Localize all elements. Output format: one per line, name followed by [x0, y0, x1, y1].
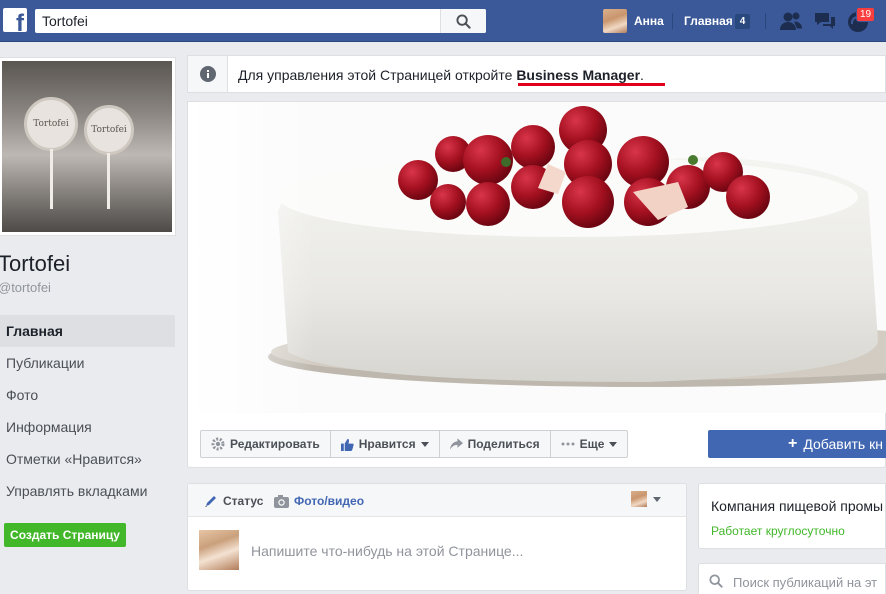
composer-placeholder: Напишите что-нибудь на этой Странице...: [251, 543, 524, 559]
opening-hours: Работает круглосуточно: [711, 524, 845, 538]
logo-lollipop: Tortofei: [24, 97, 78, 151]
pencil-icon: [205, 496, 216, 507]
chevron-down-icon: [653, 496, 661, 502]
logo-lollipop: Tortofei: [84, 105, 134, 155]
edit-button[interactable]: Редактировать: [200, 430, 331, 458]
add-button[interactable]: + Добавить кн: [708, 430, 886, 458]
profile-link[interactable]: Анна: [603, 9, 664, 33]
nav-item-posts[interactable]: Публикации: [0, 347, 175, 379]
chevron-down-icon: [420, 441, 429, 447]
tab-status[interactable]: Статус: [204, 494, 263, 508]
search-bar: [35, 9, 486, 33]
avatar: [631, 491, 647, 507]
business-manager-link[interactable]: Business Manager: [516, 67, 640, 83]
page-title: Tortofei: [0, 251, 71, 276]
page-category[interactable]: Компания пищевой промы: [711, 498, 883, 514]
page-handle[interactable]: @tortofei: [0, 280, 51, 295]
friend-requests-icon[interactable]: [779, 10, 803, 32]
nav-item-manage-tabs[interactable]: Управлять вкладками: [0, 475, 175, 507]
profile-picture[interactable]: Tortofei Tortofei: [0, 57, 176, 236]
business-manager-notice: Для управления этой Страницей откройте B…: [187, 55, 886, 93]
avatar: [603, 9, 627, 33]
facebook-logo[interactable]: f: [3, 8, 27, 32]
like-button[interactable]: Нравится: [329, 430, 440, 458]
cover-photo[interactable]: [188, 102, 886, 413]
create-page-button[interactable]: Создать Страницу: [4, 523, 126, 547]
chevron-down-icon: [609, 441, 618, 447]
divider: [765, 13, 766, 29]
nav-item-photos[interactable]: Фото: [0, 379, 175, 411]
post-composer: Статус Фото/видео Напишите что-нибудь на…: [187, 483, 687, 591]
page-search-placeholder: Поиск публикаций на эт: [733, 575, 878, 590]
home-badge: 4: [735, 14, 750, 29]
tab-photo-video[interactable]: Фото/видео: [274, 494, 364, 508]
divider: [672, 13, 673, 29]
search-input[interactable]: [35, 9, 435, 33]
composer-tabs: Статус Фото/видео: [188, 484, 686, 517]
composer-body[interactable]: Напишите что-нибудь на этой Странице...: [188, 517, 686, 587]
nav-item-home[interactable]: Главная: [0, 315, 175, 347]
notice-text: Для управления этой Страницей откройте B…: [238, 67, 644, 83]
plus-icon: +: [788, 435, 798, 452]
red-underline-annotation: [518, 83, 665, 86]
search-button[interactable]: [440, 9, 486, 33]
profile-photo: Tortofei Tortofei: [2, 61, 172, 232]
search-icon: [709, 574, 723, 588]
info-icon: [199, 66, 216, 82]
page-posts-search[interactable]: Поиск публикаций на эт: [698, 563, 886, 594]
more-dots-icon: [561, 442, 575, 446]
page-nav: Главная Публикации Фото Информация Отмет…: [0, 315, 175, 507]
cover-card: Редактировать Нравится Поделиться Еще + Д…: [187, 101, 886, 468]
cover-actions: Редактировать Нравится Поделиться Еще: [200, 430, 629, 458]
gear-icon: [211, 437, 225, 451]
search-icon: [456, 13, 471, 29]
cake-image: [188, 102, 886, 413]
home-link[interactable]: Главная: [684, 14, 733, 28]
post-as-selector[interactable]: [631, 491, 661, 507]
nav-item-likes[interactable]: Отметки «Нравится»: [0, 443, 175, 475]
more-button[interactable]: Еще: [549, 430, 629, 458]
camera-icon: [274, 494, 289, 508]
top-bar: f Анна Главная 4 19: [0, 0, 886, 42]
user-name: Анна: [634, 14, 664, 28]
avatar: [199, 530, 239, 570]
info-icon-box: [188, 56, 228, 92]
nav-item-about[interactable]: Информация: [0, 411, 175, 443]
messages-icon[interactable]: [813, 10, 837, 32]
notifications-badge: 19: [856, 7, 876, 22]
thumbs-up-icon: [340, 438, 354, 451]
share-icon: [449, 438, 463, 450]
about-card: Компания пищевой промы Работает круглосу…: [698, 483, 886, 549]
share-button[interactable]: Поделиться: [438, 430, 551, 458]
